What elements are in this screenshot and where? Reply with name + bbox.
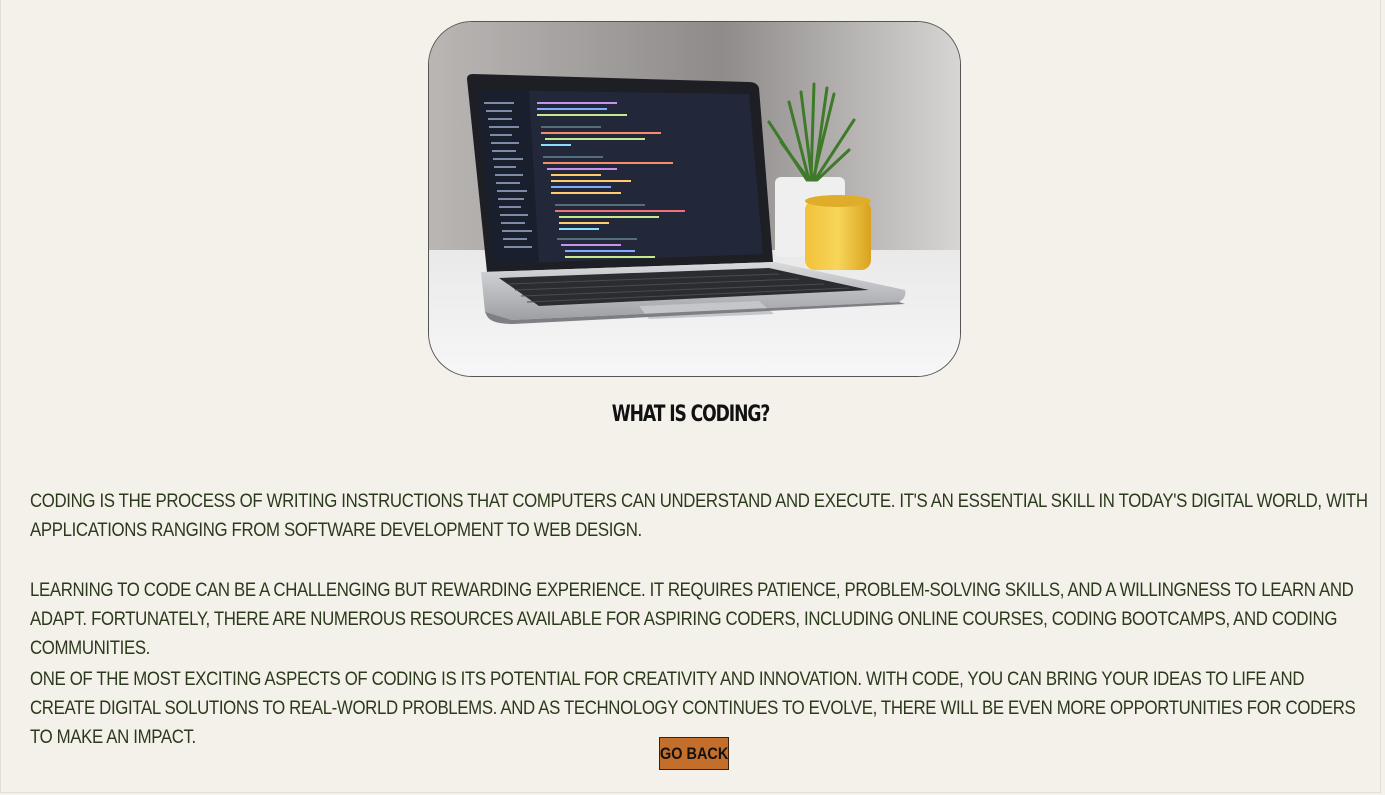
go-back-label: Go Back xyxy=(659,743,729,763)
laptop-photo xyxy=(429,22,960,376)
hero-image xyxy=(428,21,961,377)
paragraph-intro: Coding is the process of writing instruc… xyxy=(30,491,1368,541)
page: What is Coding? Coding is the process of… xyxy=(0,0,1381,793)
go-back-button[interactable]: Go Back xyxy=(659,737,729,770)
page-title: What is Coding? xyxy=(611,402,771,427)
paragraph-learning: Learning to code can be a challenging bu… xyxy=(30,580,1354,659)
